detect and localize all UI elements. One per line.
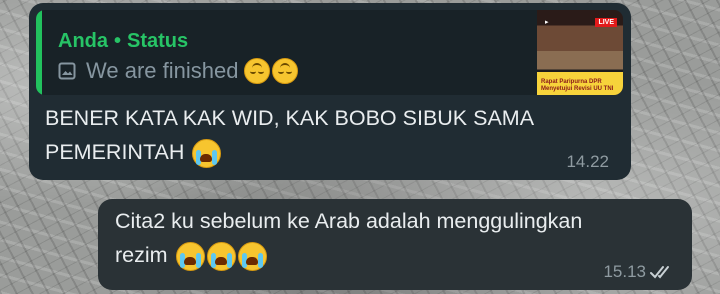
thumbnail-caption: Rapat Paripurna DPR Menyetujui Revisi UU… xyxy=(541,79,614,92)
quote-header: Anda • Status xyxy=(58,30,188,53)
loudly-crying-face-emoji-icon xyxy=(206,241,236,271)
thumbnail-logo: ▸ xyxy=(545,19,549,26)
upside-down-face-emoji-icon xyxy=(272,58,299,84)
incoming-message-bubble[interactable]: Anda • Status We are finished ▸ LIVE Rapat… xyxy=(29,3,631,180)
upside-down-face-emoji-icon xyxy=(244,58,271,84)
quote-text: We are finished xyxy=(86,58,239,83)
double-check-read-icon xyxy=(650,266,669,279)
outgoing-message-text: Cita2 ku sebelum ke Arab adalah mengguli… xyxy=(115,204,635,272)
incoming-message-text: BENER KATA KAK WID, KAK BOBO SIBUK SAMA … xyxy=(45,101,565,169)
photo-icon xyxy=(58,62,76,80)
outgoing-message-bubble[interactable]: Cita2 ku sebelum ke Arab adalah mengguli… xyxy=(98,199,692,290)
loudly-crying-face-emoji-icon xyxy=(175,241,205,271)
loudly-crying-face-emoji-icon xyxy=(192,138,222,168)
loudly-crying-face-emoji-icon xyxy=(237,241,267,271)
message-timestamp: 15.13 xyxy=(603,262,646,281)
quote-accent-bar xyxy=(36,10,42,95)
quote-author: Anda xyxy=(58,30,108,52)
status-thumbnail[interactable]: ▸ LIVE Rapat Paripurna DPR Menyetujui Re… xyxy=(537,10,623,95)
quoted-status-reply[interactable]: Anda • Status We are finished ▸ LIVE Rapat… xyxy=(36,10,623,95)
live-badge: LIVE xyxy=(595,18,617,27)
quote-separator: • xyxy=(114,30,122,52)
message-text: BENER KATA KAK WID, KAK BOBO SIBUK SAMA … xyxy=(45,106,533,164)
message-timestamp: 14.22 xyxy=(566,152,609,171)
quote-type: Status xyxy=(127,30,189,52)
quote-body: We are finished xyxy=(58,58,299,84)
